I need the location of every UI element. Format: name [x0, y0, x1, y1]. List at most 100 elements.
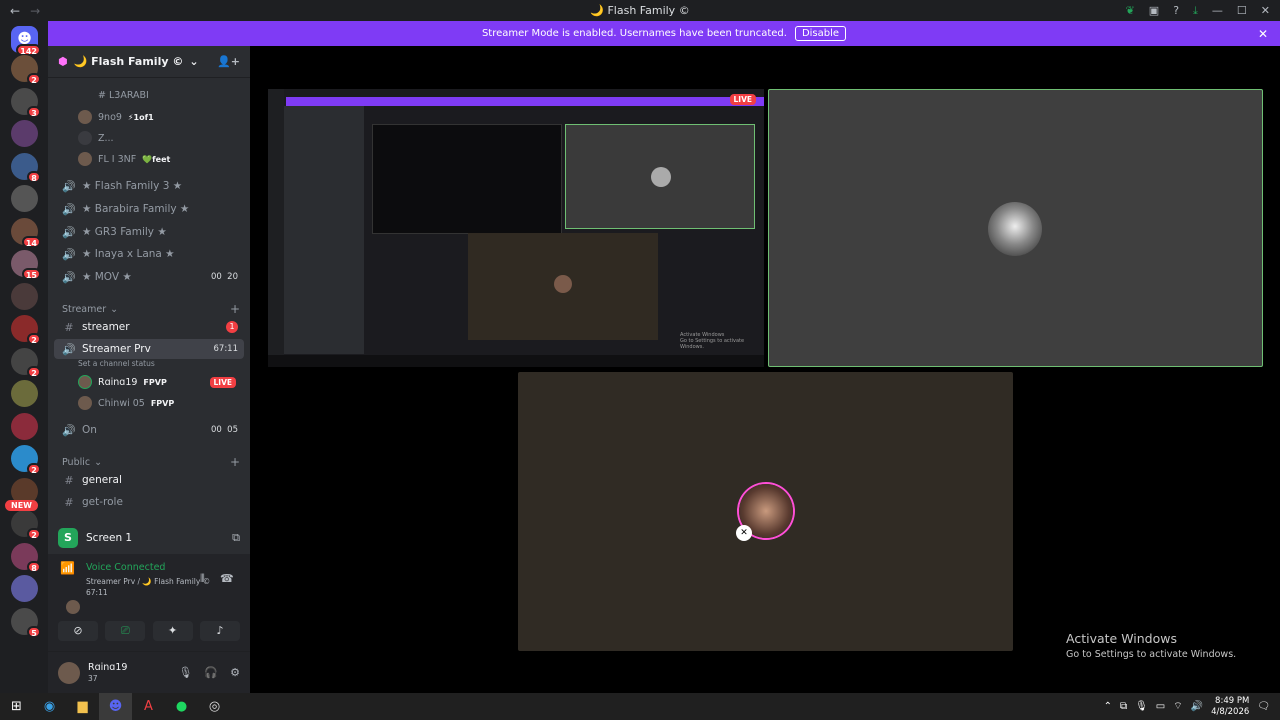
avatar [78, 152, 92, 166]
text-channel-general[interactable]: # general [54, 470, 244, 490]
voice-user[interactable]: Z... [78, 129, 244, 147]
voice-channel[interactable]: 🔊 ★ Inaya x Lana ★ [54, 244, 244, 264]
new-badge[interactable]: NEW [5, 500, 38, 511]
voice-channel[interactable]: 🔊 ★ Flash Family 3 ★ [54, 176, 244, 196]
server-badge: 15 [21, 268, 41, 280]
category-public[interactable]: Public ⌄ + [62, 455, 244, 469]
server-icon[interactable]: 2 [11, 315, 41, 345]
camera-off-icon[interactable]: ⊘ [58, 621, 98, 641]
help-icon[interactable]: ? [1173, 4, 1179, 17]
add-channel-icon[interactable]: + [230, 455, 240, 469]
add-channel-icon[interactable]: + [230, 302, 240, 316]
server-icon[interactable]: 15 [11, 250, 41, 280]
avatar[interactable] [58, 661, 80, 684]
discord-taskbar-icon[interactable]: ☻ [99, 693, 132, 720]
leaf-icon[interactable]: ❦ [1126, 4, 1135, 17]
voice-channel-on[interactable]: 🔊 On 00 05 [54, 420, 244, 440]
volume-icon[interactable]: 🔊 [1191, 701, 1203, 712]
channel-name: streamer [82, 321, 130, 333]
gear-icon[interactable]: ⚙ [230, 666, 240, 679]
voice-user[interactable]: 9no9 ⚡1of1 [78, 108, 244, 126]
close-window-icon[interactable]: ✕ [1261, 4, 1270, 17]
server-badge: 2 [27, 73, 41, 85]
server-icon[interactable]: 14 [11, 217, 41, 248]
server-icon[interactable] [11, 120, 38, 147]
screen-share-header[interactable]: S Screen 1 ⧉ [48, 522, 250, 554]
home-button[interactable]: ☻ 142 [11, 26, 41, 56]
maximize-icon[interactable]: ☐ [1237, 4, 1247, 17]
adobe-icon[interactable]: A [132, 693, 165, 720]
signal-icon: 📶 [60, 560, 75, 575]
chevron-up-icon[interactable]: ⌃ [1104, 701, 1112, 712]
server-icon[interactable] [11, 575, 38, 602]
voice-user[interactable]: # L3ARABI [78, 86, 244, 104]
battery-icon[interactable]: ▭ [1156, 701, 1165, 712]
category-streamer[interactable]: Streamer ⌄ + [62, 302, 244, 316]
minimize-icon[interactable]: — [1212, 4, 1223, 17]
server-icon[interactable] [11, 380, 38, 407]
voice-channel[interactable]: 🔊 ★ GR3 Family ★ [54, 222, 244, 242]
user-bar: Rɑinɑ19 37 🎙 🎧 ⚙ [48, 651, 250, 693]
server-icon[interactable]: 2 [11, 55, 41, 85]
server-icon[interactable]: 2 [11, 445, 41, 475]
chevron-down-icon: ⌄ [110, 303, 119, 315]
voice-user[interactable]: FL I 3NF 💚feet [78, 150, 244, 168]
username: Rɑinɑ19 [88, 662, 128, 673]
server-icon[interactable] [11, 185, 38, 212]
voice-connected-label[interactable]: Voice Connected [86, 562, 165, 573]
text-channel-streamer[interactable]: # streamer 1 [54, 317, 244, 337]
server-icon[interactable]: 2 [11, 510, 41, 540]
microphone-tray-icon[interactable]: 🎙 [1135, 701, 1148, 712]
server-icon[interactable] [11, 282, 38, 310]
noise-suppression-icon[interactable]: ⦀ [200, 572, 205, 586]
voice-user[interactable]: Chinwi 05 FPVP [78, 394, 244, 412]
close-banner-icon[interactable]: ✕ [1258, 27, 1268, 41]
download-icon[interactable]: ⤓ [1193, 4, 1198, 18]
headphones-icon[interactable]: 🎧 [204, 666, 218, 679]
avatar [988, 202, 1042, 256]
obs-icon[interactable]: ◎ [198, 693, 231, 720]
user-tag: ⚡1of1 [127, 112, 154, 122]
spotify-icon[interactable]: ● [165, 693, 198, 720]
screen-share-tile[interactable]: LIVE Activate Windows Go to Settings to a… [268, 89, 764, 367]
channel-status[interactable]: Set a channel status [78, 359, 155, 368]
wifi-icon[interactable]: ⌔ [1173, 700, 1182, 713]
disable-button[interactable]: Disable [794, 26, 847, 41]
server-icon[interactable] [11, 412, 38, 440]
server-badge: 5 [27, 625, 41, 638]
file-explorer-icon[interactable]: ▆ [66, 693, 99, 720]
screen-share-icon[interactable]: ⎚ [105, 621, 146, 641]
tray-app-icon[interactable]: ⧉ [1120, 701, 1127, 712]
mention-badge: 1 [226, 321, 238, 333]
forward-arrow-icon[interactable]: → [30, 4, 40, 18]
server-icon[interactable]: 8 [11, 152, 41, 183]
clock[interactable]: 8:49 PM 4/8/2026 [1211, 696, 1249, 718]
voice-channel[interactable]: 🔊 ★ MOV ★ 00 20 [54, 267, 244, 287]
invite-icon[interactable]: 👤+ [217, 55, 240, 68]
soundboard-icon[interactable]: ♪ [199, 621, 240, 641]
back-arrow-icon[interactable]: ← [10, 4, 20, 18]
voice-channel[interactable]: 🔊 ★ Barabira Family ★ [54, 199, 244, 219]
video-tile[interactable]: ✕ [518, 372, 1013, 651]
voice-user-name: # L3ARABI [98, 89, 149, 101]
taskbar: ⊞ ◉ ▆ ☻ A ● ◎ ⌃ ⧉ 🎙 ▭ ⌔ 🔊 8:49 PM 4/8/20… [0, 693, 1280, 720]
windows-start-icon[interactable]: ⊞ [0, 693, 33, 720]
server-icon[interactable]: 2 [11, 347, 41, 378]
microphone-icon[interactable]: 🎙 [178, 666, 192, 679]
disconnect-icon[interactable]: ☎ [220, 572, 234, 585]
server-icon[interactable]: 5 [11, 607, 41, 638]
voice-user[interactable]: Rɑinɑ19 FPVP LIVE [78, 373, 244, 391]
voice-channel-streamer-prv[interactable]: 🔊 Streamer Prv 67:11 [54, 339, 244, 359]
inbox-icon[interactable]: ▣ [1149, 4, 1159, 17]
voice-path[interactable]: Streamer Prv / 🌙 Flash Family © 67:11 [86, 576, 240, 598]
server-header[interactable]: ⬢ 🌙 Flash Family © ⌄ 👤+ [48, 46, 250, 78]
edge-icon[interactable]: ◉ [33, 693, 66, 720]
video-tile-speaking[interactable] [768, 89, 1263, 367]
server-icon[interactable]: 8 [11, 542, 41, 573]
server-icon[interactable]: 3 [11, 87, 41, 118]
text-channel-get-role[interactable]: # get-role [54, 492, 244, 512]
muted-icon: ✕ [736, 525, 752, 541]
activities-icon[interactable]: ✦ [152, 621, 193, 641]
popout-icon[interactable]: ⧉ [232, 531, 240, 545]
notification-icon[interactable]: 🗨 [1257, 701, 1270, 712]
